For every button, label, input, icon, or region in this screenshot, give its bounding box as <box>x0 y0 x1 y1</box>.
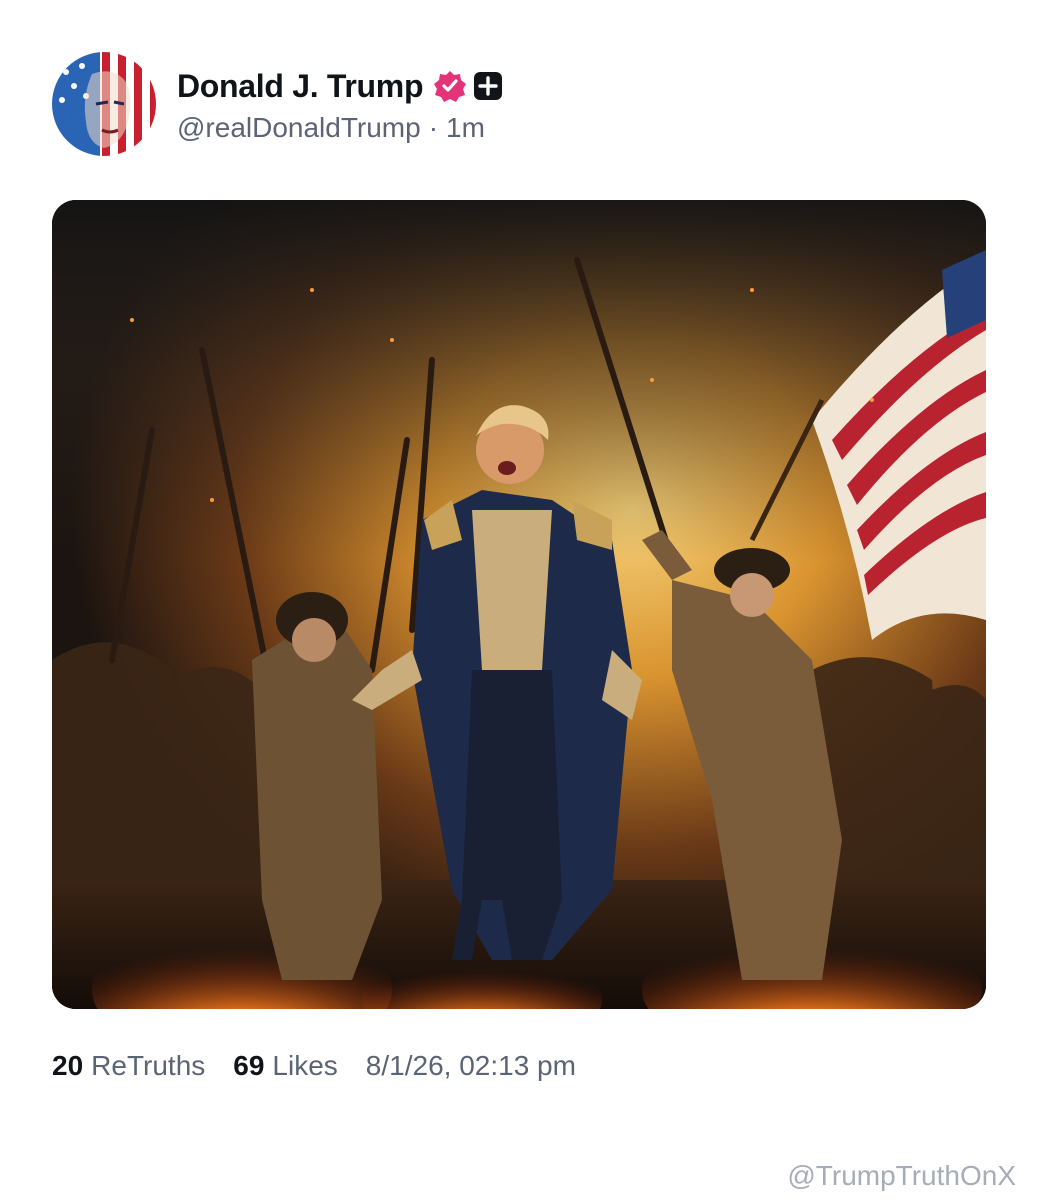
plus-badge-icon <box>471 69 505 103</box>
handle[interactable]: @realDonaldTrump <box>177 112 421 144</box>
watermark: @TrumpTruthOnX <box>787 1160 1016 1191</box>
post-timestamp: 8/1/26, 02:13 pm <box>365 1050 576 1081</box>
post-header: Donald J. Trump @realDonaldTrump · 1m <box>52 52 505 156</box>
user-identity: Donald J. Trump @realDonaldTrump · 1m <box>177 64 505 144</box>
verified-badge-icon <box>433 69 467 103</box>
meta-row: @realDonaldTrump · 1m <box>177 112 505 144</box>
post-stats: 20 ReTruths 69 Likes 8/1/26, 02:13 pm <box>52 1050 576 1082</box>
time-ago[interactable]: 1m <box>446 112 485 144</box>
avatar[interactable] <box>52 52 156 156</box>
retruths-stat[interactable]: 20 ReTruths <box>52 1050 205 1082</box>
likes-count: 69 <box>233 1050 265 1081</box>
avatar-image <box>52 52 156 156</box>
retruths-count: 20 <box>52 1050 84 1081</box>
retruths-label: ReTruths <box>91 1050 206 1081</box>
name-row: Donald J. Trump <box>177 64 505 108</box>
likes-label: Likes <box>272 1050 338 1081</box>
meta-separator: · <box>428 112 439 143</box>
post-image-art <box>52 200 986 1009</box>
likes-stat[interactable]: 69 Likes <box>233 1050 338 1082</box>
display-name[interactable]: Donald J. Trump <box>177 68 424 105</box>
post-image[interactable] <box>52 200 986 1009</box>
